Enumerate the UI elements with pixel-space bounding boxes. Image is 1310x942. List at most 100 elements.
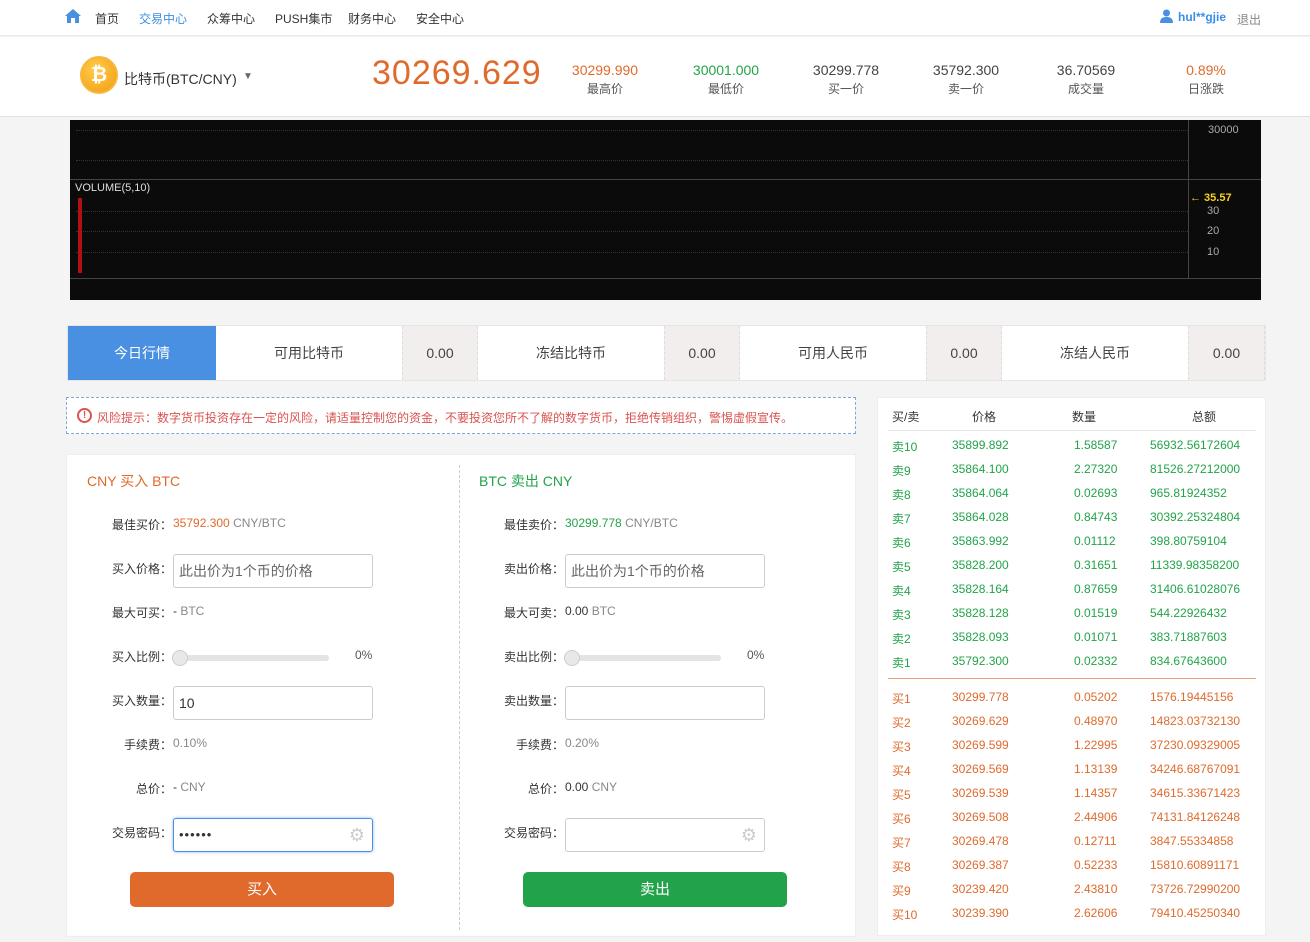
buy-total-unit: CNY [180,780,206,794]
orderbook-amount: 0.31651 [1074,558,1118,572]
buy-ratio-slider[interactable] [179,655,329,661]
buy-ratio-slider-knob[interactable] [172,650,188,666]
nav-home[interactable]: 首页 [95,10,119,27]
gear-icon[interactable]: ⚙ [739,825,759,845]
ask-row[interactable]: 卖10 35899.892 1.58587 56932.56172604 [878,434,1267,458]
available-cny-label: 可用人民币 [798,345,868,361]
nav-security[interactable]: 安全中心 [416,10,464,27]
buy-max-value: - [173,604,177,618]
sell-ratio-label: 卖出比例： [503,650,564,664]
buy-total: - CNY [173,780,206,794]
logout-link[interactable]: 退出 [1237,11,1261,28]
orderbook-amount: 2.62606 [1074,906,1118,920]
nav-trade-center[interactable]: 交易中心 [139,10,187,27]
sell-quantity-input[interactable] [565,686,765,720]
bid-row[interactable]: 买6 30269.508 2.44906 74131.84126248 [878,806,1267,830]
orderbook-price: 30269.629 [952,714,1009,728]
username-link[interactable]: hul**gjie [1178,10,1226,24]
buy-total-label: 总价： [135,782,172,796]
nav-crowdfunding[interactable]: 众筹中心 [207,10,255,27]
price-tick: 30000 [1208,124,1239,136]
bid-row[interactable]: 买3 30269.599 1.22995 37230.09329005 [878,734,1267,758]
bid-row[interactable]: 买8 30269.387 0.52233 15810.60891171 [878,854,1267,878]
ask-row[interactable]: 卖9 35864.100 2.27320 81526.27212000 [878,458,1267,482]
orderbook-price: 35828.200 [952,558,1009,572]
bid-row[interactable]: 买10 30239.390 2.62606 79410.45250340 [878,902,1267,926]
buy-password-input[interactable]: •••••• [173,818,373,852]
orderbook-total: 79410.45250340 [1150,906,1241,920]
risk-text: 风险提示：数字货币投资存在一定的风险，请适量控制您的资金，不要投资您所不了解的数… [97,411,794,425]
stat-label: 日涨跌 [1187,82,1224,96]
sell-ratio-percent: 0% [747,648,765,662]
buy-price-input[interactable]: 此出价为1个币的价格 [173,554,373,588]
orderbook-side: 买6 [892,812,911,826]
bid-row[interactable]: 买1 30299.778 0.05202 1576.19445156 [878,686,1267,710]
sell-total-unit: CNY [591,780,618,794]
orderbook-price: 35864.100 [952,462,1009,476]
sell-ratio-slider-knob[interactable] [564,650,580,666]
sell-best-price-unit: CNY/BTC [625,516,678,530]
ask-row[interactable]: 卖7 35864.028 0.84743 30392.25324804 [878,506,1267,530]
orderbook-amount: 0.05202 [1074,690,1118,704]
pair-selector[interactable]: 比特币(BTC/CNY) [124,69,237,89]
frozen-cny-value: 0.00 [1188,326,1265,380]
orderbook-header-total: 总额 [1192,410,1217,424]
orderbook-price: 35863.992 [952,534,1009,548]
buy-button[interactable]: 买入 [130,872,394,907]
frozen-btc-value: 0.00 [664,326,740,380]
stat-value: 30001.000 [692,62,760,78]
bid-row[interactable]: 买2 30269.629 0.48970 14823.03732130 [878,710,1267,734]
y-axis-line [1188,120,1189,278]
buy-best-price: 35792.300 CNY/BTC [173,516,286,530]
sell-max-value: 0.00 [565,604,589,618]
buy-best-price-label: 最佳买价： [111,518,172,532]
stat-label: 最高价 [586,82,623,96]
orderbook-side: 卖1 [892,656,911,670]
orderbook-total: 1576.19445156 [1150,690,1234,704]
buy-quantity-input[interactable]: 10 [173,686,373,720]
orderbook-spread-divider [888,678,1256,679]
bid-row[interactable]: 买9 30239.420 2.43810 73726.72990200 [878,878,1267,902]
orderbook-side: 卖10 [892,440,918,454]
ask-row[interactable]: 卖4 35828.164 0.87659 31406.61028076 [878,578,1267,602]
sell-button[interactable]: 卖出 [523,872,787,907]
bid-row[interactable]: 买5 30269.539 1.14357 34615.33671423 [878,782,1267,806]
orderbook-amount: 1.22995 [1074,738,1118,752]
kline-chart[interactable]: 30000 VOLUME(5,10) ← 35.57 30 20 10 [70,120,1261,300]
grid-line [76,211,1188,212]
bid-row[interactable]: 买4 30269.569 1.13139 34246.68767091 [878,758,1267,782]
ask-row[interactable]: 卖2 35828.093 0.01071 383.71887603 [878,626,1267,650]
warning-icon: ! [77,408,92,423]
bid-row[interactable]: 买7 30269.478 0.12711 3847.55334858 [878,830,1267,854]
orderbook-amount: 1.13139 [1074,762,1118,776]
volume-label: VOLUME(5,10) [75,182,151,194]
orderbook-side: 买7 [892,836,911,850]
sell-price-input[interactable]: 此出价为1个币的价格 [565,554,765,588]
home-icon[interactable] [65,9,81,23]
sell-password-input[interactable] [565,818,765,852]
top-navigation: 首页 交易中心 众筹中心 PUSH集市 财务中心 安全中心 hul**gjie … [0,0,1310,36]
gear-icon[interactable]: ⚙ [347,825,367,845]
volume-bar [78,198,82,273]
sell-ratio-slider[interactable] [571,655,721,661]
nav-push-market[interactable]: PUSH集市 [275,10,332,27]
ask-row[interactable]: 卖1 35792.300 0.02332 834.67643600 [878,650,1267,674]
chevron-down-icon[interactable]: ▼ [243,71,253,82]
sell-total-value: 0.00 [565,780,589,794]
ask-row[interactable]: 卖6 35863.992 0.01112 398.80759104 [878,530,1267,554]
orderbook-side: 卖3 [892,608,911,622]
nav-finance[interactable]: 财务中心 [348,10,396,27]
frozen-btc-label: 冻结比特币 [536,345,606,361]
orderbook-price: 30269.569 [952,762,1009,776]
ask-row[interactable]: 卖5 35828.200 0.31651 11339.98358200 [878,554,1267,578]
tab-today-market[interactable]: 今日行情 [68,326,216,380]
ask-row[interactable]: 卖3 35828.128 0.01519 544.22926432 [878,602,1267,626]
orderbook-side: 买4 [892,764,911,778]
orderbook-price: 35899.892 [952,438,1009,452]
sell-best-price-label: 最佳卖价： [503,518,564,532]
ask-row[interactable]: 卖8 35864.064 0.02693 965.81924352 [878,482,1267,506]
buy-qty-label: 买入数量： [111,694,172,708]
orderbook-side: 买9 [892,884,911,898]
orderbook-price: 35864.028 [952,510,1009,524]
sell-total-label: 总价： [527,782,564,796]
